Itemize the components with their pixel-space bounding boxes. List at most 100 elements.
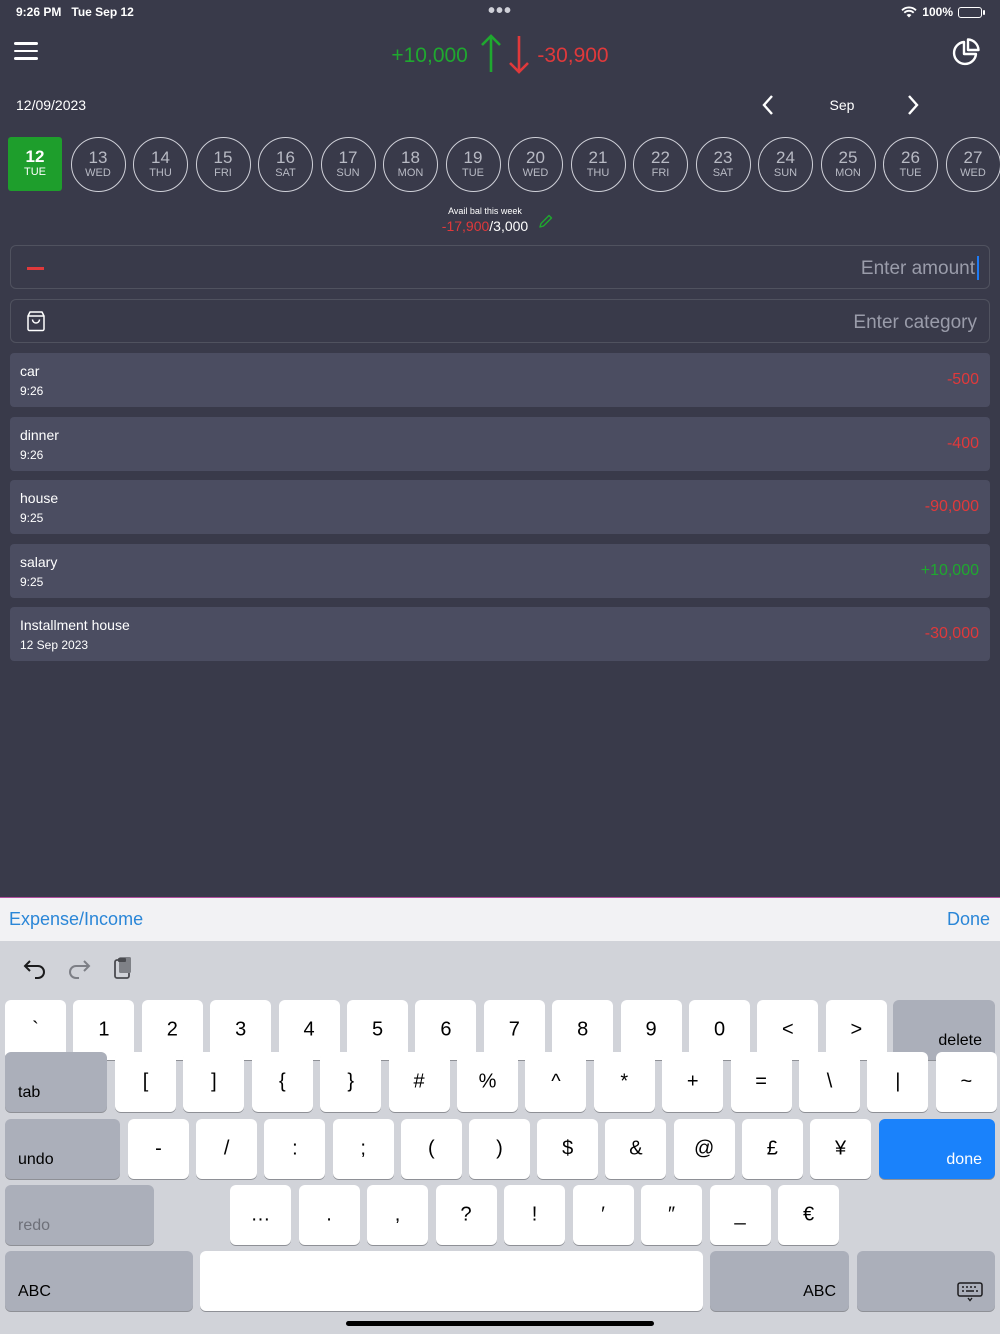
undo-key[interactable]: undo [5, 1119, 120, 1179]
weekly-spent: -17,900 [441, 218, 490, 234]
key-char[interactable]: \ [799, 1052, 860, 1112]
key-char[interactable]: > [825, 1000, 887, 1060]
key-char[interactable]: % [457, 1052, 518, 1112]
day-26[interactable]: 26 TUE [883, 137, 938, 192]
key-char[interactable]: ′ [572, 1185, 634, 1245]
key-char[interactable]: # [388, 1052, 450, 1112]
day-20[interactable]: 20 WED [508, 137, 563, 192]
key-char[interactable]: ] [183, 1052, 245, 1112]
chevron-left-icon [762, 95, 773, 115]
day-22[interactable]: 22 FRI [633, 137, 688, 192]
delete-key[interactable]: delete [893, 1000, 995, 1060]
day-13[interactable]: 13 WED [70, 137, 126, 192]
key-char[interactable]: ` [5, 1000, 66, 1060]
minus-sign-icon[interactable] [27, 267, 44, 270]
day-14[interactable]: 14 THU [133, 137, 188, 192]
key-char[interactable]: ? [435, 1185, 497, 1245]
transaction-row[interactable]: salary 9:25 +10,000 [10, 543, 990, 598]
key-char[interactable]: $ [537, 1119, 599, 1179]
key-char[interactable]: ¥ [810, 1119, 871, 1179]
day-23[interactable]: 23 SAT [695, 137, 751, 192]
key-char-label: 6 [440, 1018, 452, 1041]
key-char[interactable]: 1 [73, 1000, 135, 1060]
day-19[interactable]: 19 TUE [445, 137, 501, 192]
transaction-time: 9:25 [20, 511, 44, 525]
paste-tool-button[interactable] [110, 955, 136, 981]
day-number: 17 [338, 148, 358, 167]
key-char[interactable]: } [320, 1052, 382, 1112]
key-char[interactable]: + [662, 1052, 724, 1112]
redo-tool-button[interactable] [66, 955, 92, 981]
key-char[interactable]: ; [332, 1119, 394, 1179]
key-char[interactable]: 3 [210, 1000, 272, 1060]
key-char[interactable]: : [264, 1119, 326, 1179]
key-char[interactable]: _ [709, 1185, 771, 1245]
key-char[interactable]: { [251, 1052, 313, 1112]
day-24[interactable]: 24 SUN [758, 137, 813, 192]
abc-right-key[interactable]: ABC [710, 1251, 849, 1311]
tab-key[interactable]: tab [5, 1052, 107, 1112]
done-key[interactable]: done [879, 1119, 995, 1179]
key-char-label: ^ [551, 1070, 561, 1093]
transaction-name: salary [20, 553, 58, 570]
chart-button[interactable] [952, 38, 980, 66]
key-char[interactable]: 2 [141, 1000, 203, 1060]
key-char[interactable]: 5 [347, 1000, 408, 1060]
undo-tool-button[interactable] [22, 955, 48, 981]
day-number: 18 [401, 148, 420, 167]
day-25[interactable]: 25 MON [820, 137, 876, 192]
space-key[interactable] [200, 1251, 703, 1311]
key-char[interactable]: , [367, 1185, 428, 1245]
day-27[interactable]: 27 WED [945, 137, 1000, 192]
edit-budget-button[interactable] [538, 213, 554, 229]
key-char[interactable]: 6 [415, 1000, 477, 1060]
key-char[interactable]: ^ [525, 1052, 587, 1112]
category-input[interactable]: Enter category [10, 299, 990, 343]
prev-month-button[interactable] [760, 92, 780, 118]
transaction-row[interactable]: house 9:25 -90,000 [10, 480, 990, 534]
key-char[interactable]: & [605, 1119, 667, 1179]
day-21[interactable]: 21 THU [570, 137, 626, 192]
abc-left-key[interactable]: ABC [5, 1251, 193, 1311]
key-char[interactable]: * [593, 1052, 655, 1112]
transaction-row[interactable]: car 9:26 -500 [10, 353, 990, 407]
day-12[interactable]: 12 TUE [8, 137, 62, 191]
key-char[interactable]: - [128, 1119, 189, 1179]
done-button[interactable]: Done [947, 909, 990, 930]
key-char[interactable]: = [730, 1052, 792, 1112]
key-char[interactable]: @ [673, 1119, 735, 1179]
transaction-row[interactable]: Installment house 12 Sep 2023 -30,000 [10, 607, 990, 661]
key-char[interactable]: £ [741, 1119, 803, 1179]
day-of-week: TUE [899, 167, 922, 179]
key-char[interactable]: ! [504, 1185, 565, 1245]
key-char[interactable]: ~ [935, 1052, 997, 1112]
key-char[interactable]: € [778, 1185, 839, 1245]
dismiss-keyboard-key[interactable] [857, 1251, 995, 1311]
day-18[interactable]: 18 MON [383, 137, 438, 192]
key-char[interactable]: 7 [483, 1000, 545, 1060]
key-char[interactable]: ( [400, 1119, 462, 1179]
day-17[interactable]: 17 SUN [320, 137, 376, 192]
key-char[interactable]: | [867, 1052, 929, 1112]
amount-input[interactable]: Enter amount [10, 245, 990, 289]
key-char[interactable]: < [757, 1000, 819, 1060]
key-char[interactable]: 0 [689, 1000, 750, 1060]
key-char[interactable]: … [230, 1185, 291, 1245]
month-label: Sep [829, 97, 855, 113]
next-month-button[interactable] [905, 92, 925, 118]
key-char[interactable]: . [298, 1185, 360, 1245]
day-16[interactable]: 16 SAT [258, 137, 313, 192]
key-char[interactable]: ″ [641, 1185, 702, 1245]
key-char[interactable]: 8 [552, 1000, 614, 1060]
expense-income-toggle[interactable]: Expense/Income [9, 909, 143, 930]
multitasking-dots-icon[interactable]: ••• [488, 0, 512, 23]
transaction-row[interactable]: dinner 9:26 -400 [10, 416, 990, 471]
key-char[interactable]: ) [469, 1119, 530, 1179]
key-char[interactable]: / [196, 1119, 258, 1179]
key-char[interactable]: [ [115, 1052, 176, 1112]
redo-key[interactable]: redo [5, 1185, 154, 1245]
status-bar: 9:26 PM Tue Sep 12 ••• 100% [0, 0, 1000, 26]
key-char[interactable]: 4 [278, 1000, 340, 1060]
key-char[interactable]: 9 [620, 1000, 682, 1060]
day-15[interactable]: 15 FRI [195, 137, 251, 192]
